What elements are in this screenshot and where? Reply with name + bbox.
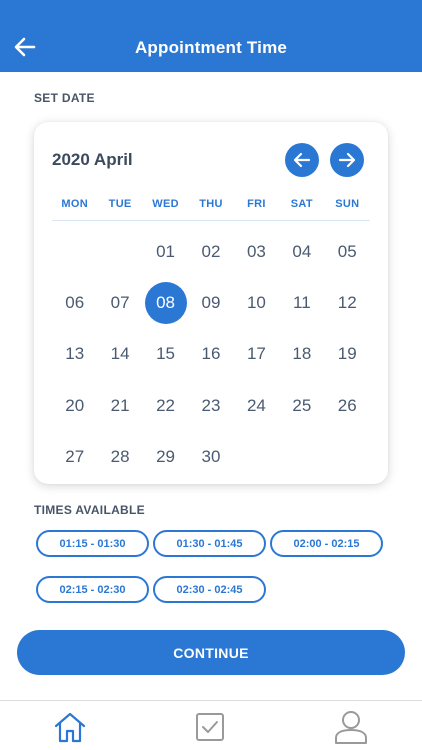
calendar-day-label: 09 [201, 292, 221, 312]
calendar-empty-cell [97, 226, 142, 277]
calendar-day-label: 27 [65, 446, 85, 466]
weekday-label: FRI [247, 198, 266, 210]
calendar-day[interactable]: 29 [143, 431, 188, 482]
calendar: 2020 April MON TUE WED THU FRI SAT SUN 0… [34, 122, 388, 484]
user-icon [335, 711, 367, 744]
bottom-tab-bar [0, 700, 422, 750]
continue-button[interactable]: CONTINUE [17, 630, 405, 675]
calendar-empty-cell [52, 226, 97, 277]
calendar-day[interactable]: 16 [188, 329, 233, 380]
calendar-day-label: 23 [201, 395, 221, 415]
calendar-day[interactable]: 27 [52, 431, 97, 482]
calendar-day[interactable]: 07 [97, 277, 142, 328]
weekday-label: SUN [335, 198, 360, 210]
calendar-day[interactable]: 28 [97, 431, 142, 482]
set-date-label: SET DATE [34, 91, 95, 105]
calendar-day[interactable]: 06 [52, 277, 97, 328]
calendar-day-label: 19 [337, 344, 357, 364]
calendar-day-label: 17 [246, 344, 266, 364]
calendar-day-label: 06 [65, 292, 85, 312]
calendar-day-label: 13 [65, 344, 85, 364]
time-slot-button[interactable]: 02:30 - 02:45 [153, 576, 266, 603]
calendar-day[interactable]: 24 [234, 380, 279, 431]
calendar-day[interactable]: 18 [279, 329, 324, 380]
tab-profile[interactable] [331, 709, 371, 745]
calendar-day-label: 28 [110, 446, 130, 466]
weekday-header: MON TUE WED THU FRI SAT SUN [52, 198, 370, 221]
calendar-day-label: 05 [337, 241, 357, 261]
calendar-day-label: 16 [201, 344, 221, 364]
calendar-day-label: 02 [201, 241, 221, 261]
calendar-day-label: 22 [156, 395, 176, 415]
calendar-day-label: 26 [337, 395, 357, 415]
calendar-day-label: 18 [292, 344, 312, 364]
calendar-day-label: 03 [246, 241, 266, 261]
time-slot-button[interactable]: 01:30 - 01:45 [153, 530, 266, 557]
calendar-day[interactable]: 14 [97, 329, 142, 380]
calendar-day[interactable]: 26 [325, 380, 370, 431]
tab-tasks[interactable] [190, 709, 230, 745]
calendar-day[interactable]: 11 [279, 277, 324, 328]
calendar-day[interactable]: 13 [52, 329, 97, 380]
calendar-day[interactable]: 23 [188, 380, 233, 431]
calendar-day-label: 07 [110, 292, 130, 312]
time-slots: 01:15 - 01:30 01:30 - 01:45 02:00 - 02:1… [36, 530, 386, 603]
calendar-day[interactable]: 17 [234, 329, 279, 380]
calendar-month-title: 2020 April [52, 150, 133, 169]
calendar-day-label: 20 [65, 395, 85, 415]
calendar-day-label: 14 [110, 344, 130, 364]
calendar-day[interactable]: 12 [325, 277, 370, 328]
calendar-day-label: 12 [337, 292, 357, 312]
weekday-label: WED [152, 198, 179, 210]
calendar-day-label: 10 [246, 292, 266, 312]
weekday-label: TUE [108, 198, 132, 210]
calendar-day[interactable]: 20 [52, 380, 97, 431]
calendar-day[interactable]: 05 [325, 226, 370, 277]
page-title: Appointment Time [134, 38, 288, 57]
calendar-day[interactable]: 21 [97, 380, 142, 431]
calendar-day-label: 24 [246, 395, 266, 415]
calendar-day[interactable]: 19 [325, 329, 370, 380]
calendar-day[interactable]: 03 [234, 226, 279, 277]
calendar-day[interactable]: 22 [143, 380, 188, 431]
calendar-day[interactable]: 30 [188, 431, 233, 482]
calendar-day-label: 29 [156, 446, 176, 466]
calendar-day[interactable]: 01 [143, 226, 188, 277]
previous-month-button[interactable] [285, 143, 319, 177]
weekday-label: MON [61, 198, 88, 210]
calendar-day[interactable]: 25 [279, 380, 324, 431]
app-header: Appointment Time [0, 0, 422, 72]
calendar-day-label: 01 [156, 241, 176, 261]
calendar-day-label: 30 [201, 446, 221, 466]
time-slot-button[interactable]: 01:15 - 01:30 [36, 530, 149, 557]
calendar-day-label: 04 [292, 241, 312, 261]
next-month-button[interactable] [330, 143, 364, 177]
calendar-day[interactable]: 04 [279, 226, 324, 277]
calendar-day[interactable]: 02 [188, 226, 233, 277]
calendar-day-label: 08 [144, 281, 187, 324]
calendar-day[interactable]: 09 [188, 277, 233, 328]
calendar-day-label: 15 [156, 344, 176, 364]
tab-home[interactable] [50, 709, 90, 745]
weekday-label: SAT [290, 198, 313, 210]
calendar-day[interactable]: 10 [234, 277, 279, 328]
home-icon [54, 712, 86, 743]
weekday-label: THU [199, 198, 223, 210]
calendar-days-grid: 01 02 03 04 05 06 07 08 09 10 11 12 13 14 15 16 17 18 19 20… [52, 226, 370, 482]
calendar-day-label: 25 [292, 395, 312, 415]
calendar-day[interactable]: 15 [143, 329, 188, 380]
time-slot-button[interactable]: 02:15 - 02:30 [36, 576, 149, 603]
checkbox-icon [196, 713, 224, 741]
arrow-left-icon [293, 152, 311, 168]
calendar-day[interactable]: 08 [143, 277, 188, 328]
calendar-day-label: 21 [110, 395, 130, 415]
calendar-day-label: 11 [293, 292, 311, 312]
arrow-right-icon [338, 152, 356, 168]
time-slot-button[interactable]: 02:00 - 02:15 [270, 530, 383, 557]
times-available-label: TIMES AVAILABLE [34, 503, 145, 517]
